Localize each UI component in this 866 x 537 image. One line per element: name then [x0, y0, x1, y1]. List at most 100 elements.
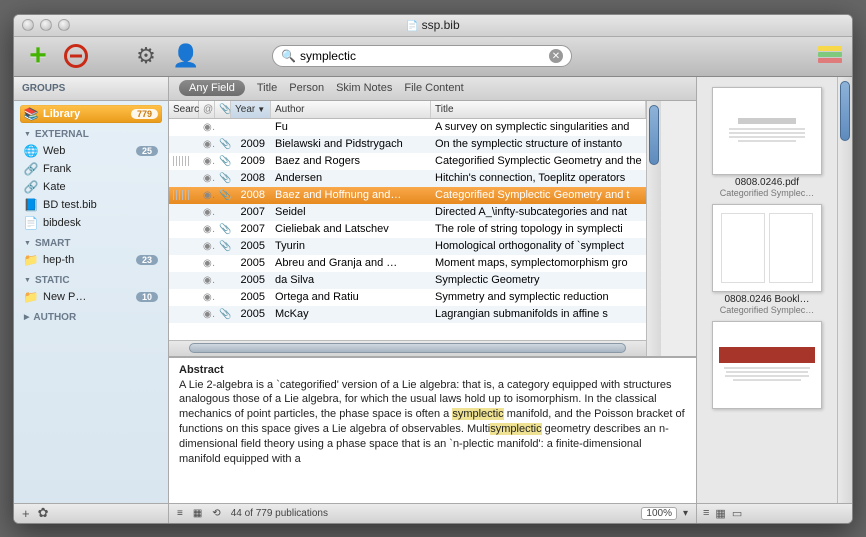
cell-author: Bielawski and Pidstrygach: [271, 137, 431, 151]
cell-relevance: [169, 262, 199, 264]
color-labels-button[interactable]: [818, 46, 842, 66]
cell-cited-icon: ◉: [199, 189, 215, 202]
scope-person[interactable]: Person: [289, 82, 324, 94]
col-year[interactable]: Year: [231, 101, 271, 118]
search-input[interactable]: [300, 49, 549, 63]
import-button[interactable]: 👤: [172, 42, 200, 70]
view-grid-icon[interactable]: ▦: [193, 508, 202, 519]
scope-title[interactable]: Title: [257, 82, 277, 94]
preview-scrollbar[interactable]: [837, 77, 852, 503]
table-row[interactable]: ◉ 📎 2009 Baez and Rogers Categorified Sy…: [169, 153, 646, 170]
scope-skim-notes[interactable]: Skim Notes: [336, 82, 392, 94]
cell-relevance: [169, 313, 199, 315]
preview-thumbnail[interactable]: [712, 87, 822, 175]
table-row[interactable]: ◉ Fu A survey on symplectic singularitie…: [169, 119, 646, 136]
preview-thumbnail[interactable]: [712, 321, 822, 409]
clear-search-icon[interactable]: ✕: [549, 49, 563, 63]
sidebar-item[interactable]: 🔗 Frank: [20, 160, 162, 178]
section-author[interactable]: AUTHOR: [20, 306, 162, 325]
cell-cited-icon: ◉: [199, 121, 215, 134]
scope-file-content[interactable]: File Content: [404, 82, 463, 94]
minimize-window[interactable]: [40, 19, 52, 31]
section-static[interactable]: STATIC: [20, 269, 162, 288]
zoom-window[interactable]: [58, 19, 70, 31]
cell-title: Homological orthogonality of `symplect: [431, 239, 646, 253]
view-list-icon[interactable]: ≡: [177, 508, 183, 519]
cell-relevance: [169, 126, 199, 128]
zoom-level[interactable]: 100%: [641, 507, 677, 520]
cell-relevance: [169, 143, 199, 145]
cell-year: [231, 126, 271, 128]
horizontal-scrollbar[interactable]: [169, 340, 646, 356]
cell-relevance: [169, 177, 199, 179]
cell-cited-icon: ◉: [199, 308, 215, 321]
table-row[interactable]: ◉ 📎 2005 McKay Lagrangian submanifolds i…: [169, 306, 646, 323]
table-row[interactable]: ◉ 📎 2008 Baez and Hoffnung and… Categori…: [169, 187, 646, 204]
cell-attachment-icon: [215, 296, 231, 298]
cell-year: 2005: [231, 239, 271, 253]
preview-list-icon[interactable]: ≡: [703, 507, 709, 519]
preview-single-icon[interactable]: ▭: [732, 507, 742, 520]
action-menu[interactable]: ⚙: [132, 42, 160, 70]
preview-thumbnail[interactable]: [712, 204, 822, 292]
cell-year: 2007: [231, 205, 271, 219]
table-row[interactable]: ◉ 📎 2005 Tyurin Homological orthogonalit…: [169, 238, 646, 255]
cell-year: 2007: [231, 222, 271, 236]
cell-title: The role of string topology in symplecti: [431, 222, 646, 236]
table-row[interactable]: ◉ 📎 2007 Cieliebak and Latschev The role…: [169, 221, 646, 238]
sidebar-item[interactable]: 🔗 Kate: [20, 178, 162, 196]
col-author[interactable]: Author: [271, 101, 431, 118]
cell-relevance: [169, 296, 199, 298]
cell-relevance: [169, 245, 199, 247]
sidebar-item[interactable]: 🌐 Web 25: [20, 142, 162, 160]
add-group-button[interactable]: +: [22, 506, 30, 521]
sidebar-item-label: Kate: [43, 181, 66, 193]
cell-year: 2005: [231, 273, 271, 287]
cell-attachment-icon: 📎: [215, 155, 231, 168]
cell-author: Fu: [271, 120, 431, 134]
publications-table: Searc @ 📎 Year Author Title ◉ Fu A surve…: [169, 101, 646, 356]
col-attachment[interactable]: 📎: [215, 101, 231, 118]
table-row[interactable]: ◉ 2005 da Silva Symplectic Geometry: [169, 272, 646, 289]
add-button[interactable]: +: [24, 42, 52, 70]
sidebar-item[interactable]: 📄 bibdesk: [20, 214, 162, 232]
col-title[interactable]: Title: [431, 101, 646, 118]
cell-attachment-icon: [215, 279, 231, 281]
cell-title: On the symplectic structure of instanto: [431, 137, 646, 151]
cell-relevance: [169, 154, 199, 168]
close-window[interactable]: [22, 19, 34, 31]
cell-attachment-icon: 📎: [215, 308, 231, 321]
sidebar-item-library[interactable]: 📚 Library 779: [20, 105, 162, 123]
preview-name: 0808.0246 Bookl…: [707, 294, 827, 305]
search-icon: 🔍: [281, 49, 296, 63]
section-external[interactable]: EXTERNAL: [20, 123, 162, 142]
scope-any-field[interactable]: Any Field: [179, 80, 245, 96]
sidebar-footer: + ✿: [14, 503, 168, 523]
cell-author: Cieliebak and Latschev: [271, 222, 431, 236]
preview-name: 0808.0246.pdf: [707, 177, 827, 188]
sidebar-item-label: BD test.bib: [43, 199, 97, 211]
titlebar[interactable]: ssp.bib: [14, 15, 852, 37]
group-action-button[interactable]: ✿: [38, 505, 49, 521]
col-at[interactable]: @: [199, 101, 215, 118]
search-field[interactable]: 🔍 ✕: [272, 45, 572, 67]
zoom-dropdown-icon[interactable]: ▾: [683, 508, 688, 519]
table-row[interactable]: ◉ 2005 Abreu and Granja and … Moment map…: [169, 255, 646, 272]
sidebar-item[interactable]: 📁 New P… 10: [20, 288, 162, 306]
sidebar-header: GROUPS: [14, 77, 168, 101]
table-row[interactable]: ◉ 2007 Seidel Directed A_\infty-subcateg…: [169, 204, 646, 221]
table-row[interactable]: ◉ 📎 2008 Andersen Hitchin's connection, …: [169, 170, 646, 187]
sidebar-item[interactable]: 📘 BD test.bib: [20, 196, 162, 214]
section-smart[interactable]: SMART: [20, 232, 162, 251]
cell-year: 2009: [231, 154, 271, 168]
col-search[interactable]: Searc: [169, 101, 199, 118]
table-row[interactable]: ◉ 📎 2009 Bielawski and Pidstrygach On th…: [169, 136, 646, 153]
sidebar-item[interactable]: 📁 hep-th 23: [20, 251, 162, 269]
preview-grid-icon[interactable]: ▦: [715, 507, 725, 520]
table-row[interactable]: ◉ 2005 Ortega and Ratiu Symmetry and sym…: [169, 289, 646, 306]
vertical-scrollbar[interactable]: [646, 101, 661, 356]
cell-author: Abreu and Granja and …: [271, 256, 431, 270]
nav-back-icon[interactable]: ⟲: [212, 508, 220, 519]
cell-attachment-icon: [215, 211, 231, 213]
delete-button[interactable]: [64, 44, 88, 68]
